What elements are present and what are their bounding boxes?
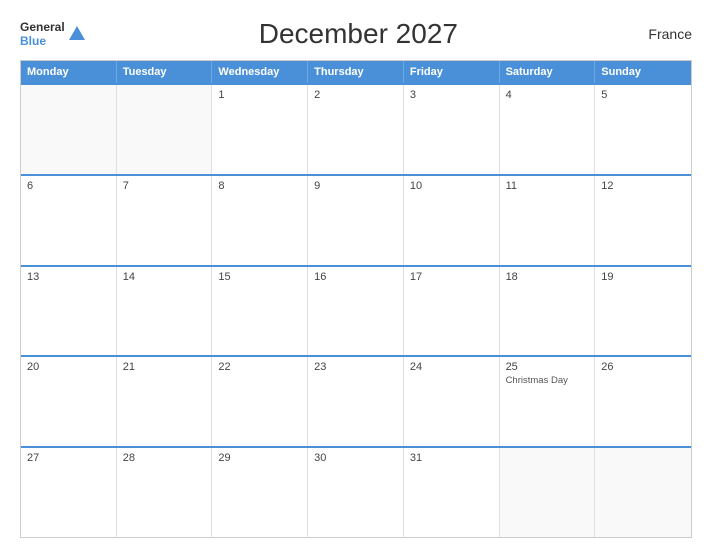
- calendar: Monday Tuesday Wednesday Thursday Friday…: [20, 60, 692, 538]
- col-monday: Monday: [21, 61, 117, 83]
- day-number: 4: [506, 89, 589, 101]
- calendar-week-2: 6 78 9 10 11 12: [21, 174, 691, 265]
- cal-cell-2-5: 10: [404, 176, 500, 265]
- day-number: 17: [410, 271, 493, 283]
- day-number: 7: [123, 180, 206, 192]
- cal-cell-1-1: [21, 85, 117, 174]
- day-number: 11: [506, 180, 589, 192]
- col-sunday: Sunday: [595, 61, 691, 83]
- cal-cell-4-6: 25 Christmas Day: [500, 357, 596, 446]
- country-label: France: [632, 26, 692, 42]
- day-number: 26: [601, 361, 685, 373]
- cal-cell-2-6: 11: [500, 176, 596, 265]
- calendar-title: December 2027: [259, 18, 458, 50]
- day-number: 29: [218, 452, 301, 464]
- day-number: 12: [601, 180, 685, 192]
- day-number: 25: [506, 361, 589, 373]
- day-number: 6: [27, 180, 110, 192]
- calendar-body: 1234567891011121314151617181920212223242…: [21, 83, 691, 537]
- logo: General Blue: [20, 20, 85, 49]
- col-tuesday: Tuesday: [117, 61, 213, 83]
- col-wednesday: Wednesday: [212, 61, 308, 83]
- calendar-week-5: 27 28 29 30 31: [21, 446, 691, 537]
- holiday-label: Christmas Day: [506, 375, 589, 386]
- cal-cell-2-3: 8: [212, 176, 308, 265]
- day-number: 19: [601, 271, 685, 283]
- cal-cell-1-6: 4: [500, 85, 596, 174]
- calendar-header-row: Monday Tuesday Wednesday Thursday Friday…: [21, 61, 691, 83]
- cal-cell-3-7: 19: [595, 267, 691, 356]
- day-number: 15: [218, 271, 301, 283]
- cal-cell-2-7: 12: [595, 176, 691, 265]
- cal-cell-2-1: 6: [21, 176, 117, 265]
- day-number: 22: [218, 361, 301, 373]
- calendar-week-4: 20 21 22 23 24 25 Christmas Day 26: [21, 355, 691, 446]
- day-number: 3: [410, 89, 493, 101]
- day-number: 13: [27, 271, 110, 283]
- cal-cell-3-6: 18: [500, 267, 596, 356]
- header: General Blue December 2027 France: [20, 18, 692, 50]
- calendar-week-1: 1 2 3 45: [21, 83, 691, 174]
- cal-cell-5-1: 27: [21, 448, 117, 537]
- cal-cell-5-7: [595, 448, 691, 537]
- cal-cell-5-4: 30: [308, 448, 404, 537]
- cal-cell-1-5: 3: [404, 85, 500, 174]
- cal-cell-5-6: [500, 448, 596, 537]
- day-number: 5: [601, 89, 685, 101]
- day-number: 23: [314, 361, 397, 373]
- day-number: 24: [410, 361, 493, 373]
- cal-cell-3-4: 16: [308, 267, 404, 356]
- col-friday: Friday: [404, 61, 500, 83]
- day-number: 2: [314, 89, 397, 101]
- day-number: 28: [123, 452, 206, 464]
- cal-cell-2-2: 7: [117, 176, 213, 265]
- cal-cell-1-4: 2: [308, 85, 404, 174]
- day-number: 21: [123, 361, 206, 373]
- logo-blue-text: Blue: [20, 34, 65, 48]
- day-number: 31: [410, 452, 493, 464]
- day-number: 27: [27, 452, 110, 464]
- day-number: 1: [218, 89, 301, 101]
- cal-cell-5-3: 29: [212, 448, 308, 537]
- logo-general-text: General: [20, 20, 65, 34]
- cal-cell-3-1: 13: [21, 267, 117, 356]
- cal-cell-5-5: 31: [404, 448, 500, 537]
- day-number: 9: [314, 180, 397, 192]
- col-saturday: Saturday: [500, 61, 596, 83]
- cal-cell-1-2: [117, 85, 213, 174]
- day-number: 10: [410, 180, 493, 192]
- day-number: 18: [506, 271, 589, 283]
- logo-triangle-icon: [69, 26, 85, 40]
- cal-cell-4-3: 22: [212, 357, 308, 446]
- day-number: 16: [314, 271, 397, 283]
- page: General Blue December 2027 France Monday…: [0, 0, 712, 550]
- day-number: 8: [218, 180, 301, 192]
- cal-cell-1-7: 5: [595, 85, 691, 174]
- col-thursday: Thursday: [308, 61, 404, 83]
- day-number: 30: [314, 452, 397, 464]
- cal-cell-3-5: 17: [404, 267, 500, 356]
- cal-cell-4-2: 21: [117, 357, 213, 446]
- cal-cell-4-1: 20: [21, 357, 117, 446]
- cal-cell-1-3: 1: [212, 85, 308, 174]
- cal-cell-3-2: 14: [117, 267, 213, 356]
- cal-cell-4-5: 24: [404, 357, 500, 446]
- day-number: 14: [123, 271, 206, 283]
- day-number: 20: [27, 361, 110, 373]
- calendar-week-3: 13 14 15 16 17 18 19: [21, 265, 691, 356]
- cal-cell-5-2: 28: [117, 448, 213, 537]
- cal-cell-3-3: 15: [212, 267, 308, 356]
- cal-cell-4-4: 23: [308, 357, 404, 446]
- cal-cell-4-7: 26: [595, 357, 691, 446]
- cal-cell-2-4: 9: [308, 176, 404, 265]
